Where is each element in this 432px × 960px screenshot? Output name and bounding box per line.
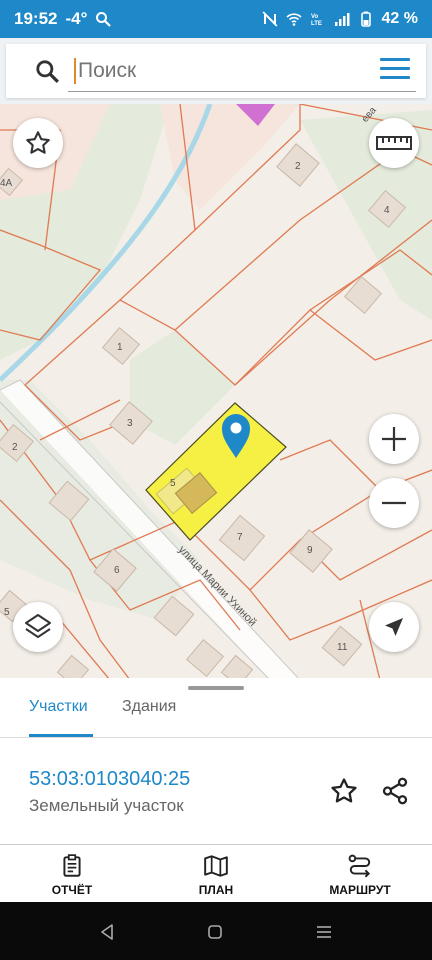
route-icon bbox=[348, 854, 371, 878]
nav-route[interactable]: МАРШРУТ bbox=[288, 845, 432, 903]
search-bar bbox=[6, 44, 426, 98]
nav-report[interactable]: ОТЧЁТ bbox=[0, 845, 144, 903]
share-icon[interactable] bbox=[380, 776, 410, 806]
search-input[interactable] bbox=[74, 58, 360, 84]
my-location-icon[interactable] bbox=[369, 602, 419, 652]
parcel-label: 7 bbox=[237, 532, 243, 543]
parcel-label: 11 bbox=[337, 642, 348, 653]
favorite-star-icon[interactable] bbox=[13, 118, 63, 168]
parcel-label: 1 bbox=[117, 342, 123, 353]
parcel-label: 9 bbox=[307, 545, 313, 556]
map-canvas[interactable]: 2 4 1 3 5 7 9 6 11 2 5 4А ева улица Мари… bbox=[0, 38, 432, 678]
menu-icon[interactable] bbox=[380, 58, 410, 82]
status-time: 19:52 bbox=[14, 9, 58, 28]
zoom-in-icon[interactable] bbox=[369, 414, 419, 464]
parcel-label-partial: 4А bbox=[0, 178, 13, 189]
recents-icon[interactable] bbox=[315, 924, 333, 940]
tab-parcels[interactable]: Участки bbox=[29, 698, 88, 716]
nav-route-label: МАРШРУТ bbox=[329, 883, 391, 897]
layers-icon[interactable] bbox=[13, 602, 63, 652]
map-plan-icon bbox=[204, 855, 228, 877]
home-icon[interactable] bbox=[207, 924, 223, 940]
battery-icon bbox=[360, 11, 371, 27]
parcel-label: 2 bbox=[295, 161, 301, 172]
status-bar: 19:52 -4° Vo LTE 42 % bbox=[0, 0, 432, 38]
search-icon[interactable] bbox=[34, 58, 60, 84]
zoom-out-icon[interactable] bbox=[369, 478, 419, 528]
wifi-icon bbox=[285, 13, 302, 26]
search-icon bbox=[96, 12, 112, 27]
signal-icon bbox=[334, 13, 350, 26]
battery-level: 42 % bbox=[381, 10, 418, 27]
sheet-drag-handle[interactable] bbox=[188, 686, 244, 690]
report-icon bbox=[63, 854, 81, 877]
parcel-label: 3 bbox=[127, 418, 133, 429]
parcel-label: 2 bbox=[12, 442, 18, 453]
nfc-off-icon bbox=[262, 11, 278, 27]
cadastral-map[interactable]: 2 4 1 3 5 7 9 6 11 2 5 4А ева улица Мари… bbox=[0, 38, 432, 678]
svg-text:LTE: LTE bbox=[311, 21, 322, 27]
cadastral-number[interactable]: 53:03:0103040:25 bbox=[29, 768, 190, 791]
back-icon[interactable] bbox=[98, 923, 116, 941]
search-underline bbox=[68, 91, 416, 92]
parcel-label: 4 bbox=[384, 205, 390, 216]
nav-report-label: ОТЧЁТ bbox=[51, 883, 93, 897]
nav-plan-label: ПЛАН bbox=[198, 883, 234, 897]
svg-text:Vo: Vo bbox=[311, 14, 319, 20]
volte-icon: VoLTE bbox=[311, 14, 322, 27]
parcel-type: Земельный участок bbox=[29, 796, 184, 815]
tab-divider bbox=[0, 737, 432, 738]
parcel-label: 6 bbox=[114, 565, 120, 576]
tab-buildings[interactable]: Здания bbox=[122, 698, 176, 716]
ruler-icon[interactable] bbox=[369, 118, 419, 168]
parcel-label: 5 bbox=[170, 478, 176, 489]
bottom-nav: ОТЧЁТ ПЛАН МАРШРУТ bbox=[0, 844, 432, 903]
favorite-icon[interactable] bbox=[329, 776, 359, 806]
system-nav-bar bbox=[0, 902, 432, 960]
nav-plan[interactable]: ПЛАН bbox=[144, 845, 288, 903]
status-temperature: -4° bbox=[65, 9, 88, 28]
parcel-label: 5 bbox=[4, 607, 10, 618]
